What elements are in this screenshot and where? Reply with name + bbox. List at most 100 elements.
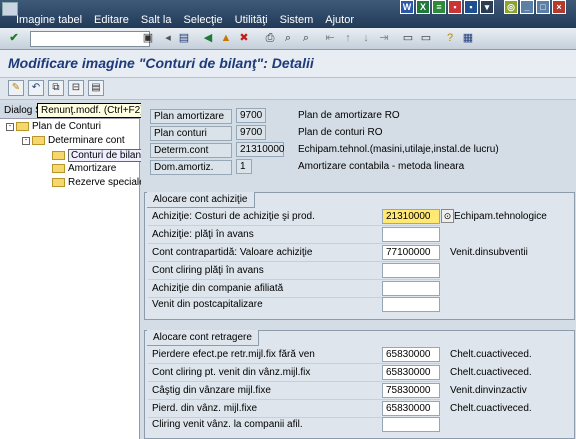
tree-item-conturi-bilant[interactable]: Conturi de bilanţ xyxy=(52,149,147,162)
field-desc: Chelt.cuactiveced. xyxy=(450,403,532,414)
field-label: Achiziţie: Costuri de achiziţie şi prod. xyxy=(152,211,315,222)
edit-icon[interactable]: ✎ xyxy=(8,80,24,96)
field-desc: Chelt.cuactiveced. xyxy=(450,349,532,360)
clearing-revenue-input[interactable]: 65830000 xyxy=(382,365,440,380)
menu-editare[interactable]: Editare xyxy=(94,14,129,26)
field-label: Cont cliring pt. venit din vânz.mijl.fix xyxy=(152,367,311,378)
close-icon[interactable]: × xyxy=(552,0,566,14)
minimize-icon[interactable]: _ xyxy=(520,0,534,14)
row-divider xyxy=(148,279,440,280)
acquisition-cost-input[interactable]: 21310000 xyxy=(382,209,440,224)
restore-icon[interactable]: □ xyxy=(536,0,550,14)
dropdown-icon[interactable]: ▾ xyxy=(480,0,494,14)
new-session-icon[interactable]: ▭ xyxy=(400,31,416,46)
undo-changes-icon[interactable]: ↶ xyxy=(28,80,44,96)
tree-item-rezerve-speciale[interactable]: Rezerve speciale xyxy=(52,177,145,188)
row-divider xyxy=(148,243,440,244)
last-page-icon[interactable]: ⇥ xyxy=(376,31,392,46)
determ-cont-desc: Echipam.tehnol.(masini,utilaje,instal.de… xyxy=(298,144,499,155)
standard-toolbar: ✔ ▣ ◂ ▤ ◀ ▲ ✖ ⎙ ⌕ ⌕ ⇤ ↑ ↓ ⇥ ▭ ▭ ? ▦ xyxy=(0,28,576,50)
dom-amortiz-desc: Amortizare contabila - metoda lineara xyxy=(298,161,465,172)
plan-conturi-desc: Plan de conturi RO xyxy=(298,127,383,138)
tree-item-plan-conturi[interactable]: - Plan de Conturi xyxy=(6,121,101,132)
field-desc: Chelt.cuactiveced. xyxy=(450,367,532,378)
row-divider xyxy=(148,381,440,382)
plan-conturi-value: 9700 xyxy=(236,125,266,140)
field-desc: Echipam.tehnologice xyxy=(454,211,547,222)
application-toolbar xyxy=(0,78,576,100)
search-help-icon[interactable]: ⊙ xyxy=(441,209,454,223)
tree-item-amortizare[interactable]: Amortizare xyxy=(52,163,116,174)
dom-amortiz-label: Dom.amortiz. xyxy=(150,159,232,175)
folder-icon xyxy=(52,164,65,173)
first-page-icon[interactable]: ⇤ xyxy=(322,31,338,46)
history-icon[interactable]: ▣ xyxy=(140,31,156,46)
cancel-icon[interactable]: ✖ xyxy=(236,31,252,46)
back-icon[interactable]: ◀ xyxy=(200,31,216,46)
plan-conturi-row: Plan conturi xyxy=(150,125,232,141)
menu-imagine-tabel[interactable]: Imagine tabel xyxy=(16,14,82,26)
plan-amortizare-desc: Plan de amortizare RO xyxy=(298,110,400,121)
help-icon[interactable]: ? xyxy=(442,31,458,46)
gain-sale-input[interactable]: 75830000 xyxy=(382,383,440,398)
collapse-icon[interactable]: - xyxy=(22,136,30,145)
layout-icon[interactable]: ▪ xyxy=(464,0,478,14)
tree-item-label: Determinare cont xyxy=(48,135,125,146)
field-label: Cont contrapartidă: Valoare achiziţie xyxy=(152,247,313,258)
field-label: Câştig din vânzare mijl.fixe xyxy=(152,385,271,396)
menu-ajutor[interactable]: Ajutor xyxy=(325,14,354,26)
layout-menu-icon[interactable]: ▦ xyxy=(460,31,476,46)
find-icon[interactable]: ⌕ xyxy=(280,31,296,46)
loss-sale-input[interactable]: 65830000 xyxy=(382,401,440,416)
field-label: Cont cliring plăţi în avans xyxy=(152,265,264,276)
menu-bar: Imagine tabel Editare Salt la Selecţie U… xyxy=(0,0,576,28)
details-icon[interactable]: ▤ xyxy=(88,80,104,96)
loss-retirement-input[interactable]: 65830000 xyxy=(382,347,440,362)
affiliated-clearing-input[interactable] xyxy=(382,417,440,432)
sap-logo-icon: ◎ xyxy=(504,0,518,14)
folder-icon xyxy=(52,178,65,187)
group-title: Alocare cont retragere xyxy=(147,330,259,346)
save-icon[interactable]: ▤ xyxy=(176,31,192,46)
print-icon[interactable]: ⎙ xyxy=(262,31,278,46)
plan-amortizare-label: Plan amortizare xyxy=(150,108,232,124)
exit-icon[interactable]: ▲ xyxy=(218,31,234,46)
offsetting-account-input[interactable]: 77100000 xyxy=(382,245,440,260)
plan-conturi-label: Plan conturi xyxy=(150,125,232,141)
affiliated-acquisition-input[interactable] xyxy=(382,281,440,296)
field-label: Achiziţie: plăţi în avans xyxy=(152,229,254,240)
delete-icon[interactable]: ⊟ xyxy=(68,80,84,96)
tree-item-label: Rezerve speciale xyxy=(68,177,145,188)
find-next-icon[interactable]: ⌕ xyxy=(298,31,314,46)
command-field[interactable] xyxy=(30,31,150,47)
field-label: Achiziţie din companie afiliată xyxy=(152,283,284,294)
plan-amortizare-value: 9700 xyxy=(236,108,266,123)
shortcut-icon[interactable]: ▭ xyxy=(418,31,434,46)
field-label: Pierd. din vânz. mijl.fixe xyxy=(152,403,258,414)
menu-salt-la[interactable]: Salt la xyxy=(141,14,172,26)
html-icon[interactable]: ▪ xyxy=(448,0,462,14)
menu-selectie[interactable]: Selecţie xyxy=(183,14,222,26)
page-title: Modificare imagine "Conturi de bilanţ": … xyxy=(8,55,314,71)
tree-item-determinare-cont[interactable]: - Determinare cont xyxy=(22,135,125,146)
field-label: Cliring venit vânz. la companii afil. xyxy=(152,419,303,430)
graph-icon[interactable]: ≡ xyxy=(432,0,446,14)
next-page-icon[interactable]: ↓ xyxy=(358,31,374,46)
prev-page-icon[interactable]: ↑ xyxy=(340,31,356,46)
check-icon[interactable]: ✔ xyxy=(6,31,22,46)
word-icon[interactable]: W xyxy=(400,0,414,14)
excel-icon[interactable]: X xyxy=(416,0,430,14)
expand-icon[interactable]: ◂ xyxy=(160,31,176,46)
dom-amortiz-value: 1 xyxy=(236,159,252,174)
menu-utilitati[interactable]: Utilităţi xyxy=(235,14,268,26)
post-capitalization-input[interactable] xyxy=(382,297,440,312)
down-payments-input[interactable] xyxy=(382,227,440,242)
clearing-account-input[interactable] xyxy=(382,263,440,278)
collapse-icon[interactable]: - xyxy=(6,122,14,131)
copy-icon[interactable]: ⧉ xyxy=(48,80,64,96)
field-desc: Venit.dinvinzactiv xyxy=(450,385,527,396)
dom-amortiz-row: Dom.amortiz. xyxy=(150,159,232,175)
folder-icon xyxy=(16,122,29,131)
tree-item-label: Amortizare xyxy=(68,163,117,174)
menu-sistem[interactable]: Sistem xyxy=(280,14,314,26)
